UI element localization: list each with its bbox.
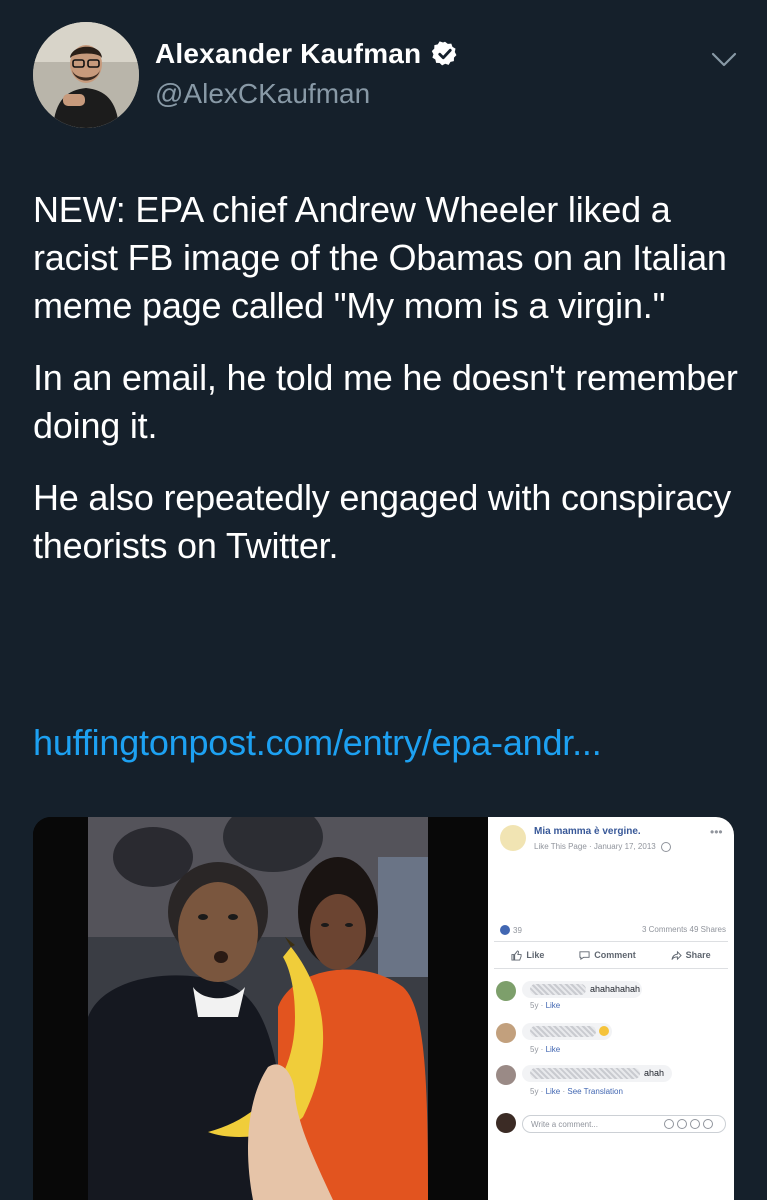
fb-comment-label: Comment [594,950,636,960]
fb-page-sub: Like This Page · January 17, 2013 [534,842,671,852]
comment-text: ahahahahah [590,984,641,994]
commenter-avatar [496,1023,516,1043]
fb-page-name: Mia mamma è vergine. [534,826,641,837]
fb-action-bar: Like Comment Share [494,941,728,969]
comment-bubble: ahahahahah [522,981,642,998]
tweet-text: NEW: EPA chief Andrew Wheeler liked a ra… [33,186,743,594]
fb-comments-count: 3 Comments [641,925,688,934]
commenter-avatar [496,981,516,1001]
tweet-paragraph: In an email, he told me he doesn't remem… [33,357,738,446]
fb-comment-action: Comment [579,950,636,961]
fb-share-action: Share [671,950,711,961]
verified-badge-icon [432,41,457,66]
obama-photo [33,817,488,1200]
comment-bubble [522,1023,612,1040]
more-options-icon: ••• [710,825,723,839]
fb-like-label: Like [526,950,545,960]
fb-date: January 17, 2013 [593,842,656,852]
commenter-avatar [496,1065,516,1085]
comment-tools [664,1119,713,1129]
comment-time: 5y [530,1045,539,1054]
page-logo [500,825,526,851]
like-outline-icon [511,949,522,961]
chevron-down-icon[interactable] [709,50,739,70]
comment-time: 5y [530,1087,539,1096]
sticker-icon [703,1119,713,1129]
tweet-media[interactable]: Mia mamma è vergine. Like This Page · Ja… [33,817,734,1200]
like-thumb-icon [500,925,510,935]
author-name-row[interactable]: Alexander Kaufman [155,38,459,70]
emoji-icon [599,1026,609,1036]
comment-like: Like [545,1087,561,1096]
comment-meta: 5y · Like [530,1045,561,1054]
blurred-name [530,984,586,995]
comment-text: ahah [644,1068,665,1078]
comment-bubble: ahah [522,1065,672,1082]
comment-like: Like [545,1001,561,1010]
share-arrow-icon [671,950,682,960]
fb-stats: 3 Comments 49 Shares [642,925,726,934]
facebook-screenshot: Mia mamma è vergine. Like This Page · Ja… [488,817,734,1200]
gif-icon [690,1119,700,1129]
camera-icon [677,1119,687,1129]
blurred-name [530,1026,596,1037]
tweet-header: Alexander Kaufman @AlexCKaufman [33,22,737,132]
see-translation: See Translation [567,1087,623,1096]
fb-like-page: Like This Page [534,842,587,852]
author-handle[interactable]: @AlexCKaufman [155,78,370,110]
fb-share-label: Share [685,950,711,960]
author-avatar[interactable] [33,22,139,128]
fb-reactions-count: 39 [513,925,522,935]
comment-meta: 5y · Like [530,1001,561,1010]
blurred-name [530,1068,640,1079]
tweet-link[interactable]: huffingtonpost.com/entry/epa-andr... [33,722,602,764]
comment-meta: 5y · Like · See Translation [530,1087,623,1096]
emoji-icon [664,1119,674,1129]
fb-like-action: Like [511,949,545,961]
comment-icon [579,950,590,960]
fb-shares-count: 49 Shares [689,925,726,934]
globe-icon [660,842,671,852]
tweet-paragraph: He also repeatedly engaged with conspira… [33,477,732,566]
viewer-avatar [496,1113,516,1133]
author-name[interactable]: Alexander Kaufman [155,38,421,70]
fb-reactions: 39 [500,925,522,935]
tweet-paragraph: NEW: EPA chief Andrew Wheeler liked a ra… [33,189,727,326]
comment-time: 5y [530,1001,539,1010]
comment-like: Like [545,1045,561,1054]
